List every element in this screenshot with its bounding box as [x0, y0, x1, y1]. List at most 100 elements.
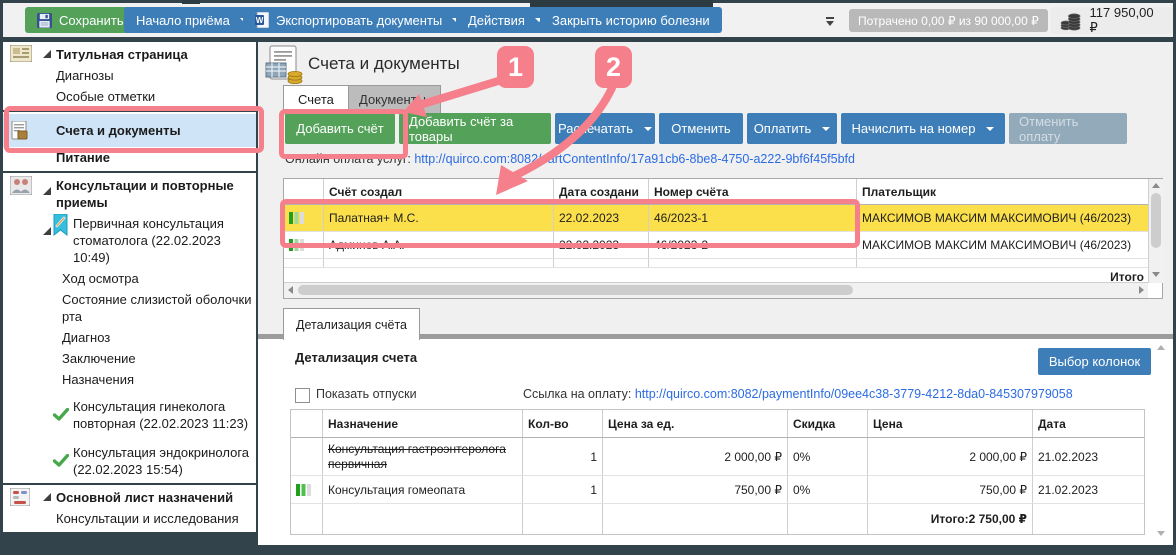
invoice-row-selected[interactable]: Палатная+ М.С. 22.02.2023 46/2023-1 МАКС…	[284, 205, 1162, 232]
column-header[interactable]: Плательщик	[857, 179, 1149, 204]
sidebar-tree: Титульная страница Диагнозы Особые отмет…	[3, 42, 256, 545]
details-title: Детализация счета	[295, 350, 417, 365]
tree-expander-icon[interactable]	[43, 227, 51, 235]
empty-row	[284, 259, 1162, 268]
sidebar-item-label: Титульная страница	[56, 47, 188, 62]
invoice-number: 46/2023-1	[649, 205, 857, 231]
sidebar-item-diagnoses[interactable]: Диагнозы	[3, 65, 256, 86]
export-documents-button[interactable]: W Экспортировать документы	[243, 7, 472, 33]
window-top-notch	[530, 0, 713, 7]
detail-row[interactable]: Консультация гомеопата 1 750,00 ₽ 0% 750…	[291, 476, 1144, 504]
invoices-vertical-scrollbar[interactable]	[1148, 179, 1164, 283]
print-button[interactable]: Распечатать	[555, 113, 655, 144]
scrollbar-thumb[interactable]	[1151, 193, 1161, 248]
save-button[interactable]: Сохранить	[25, 7, 136, 33]
column-header[interactable]: Кол-во	[523, 410, 603, 437]
chevron-down-icon	[986, 127, 994, 131]
add-invoice-button[interactable]: Добавить счёт	[285, 113, 395, 144]
sidebar-item-main-prescription-list[interactable]: Основной лист назначений	[3, 487, 256, 508]
status-column-header[interactable]	[291, 410, 323, 437]
column-header[interactable]: Назначение	[323, 410, 523, 437]
sidebar-item-prescriptions[interactable]: Назначения	[3, 369, 256, 390]
close-history-button[interactable]: Закрыть историю болезни	[540, 7, 722, 33]
window-top-notch	[182, 0, 200, 4]
scroll-down-icon[interactable]	[1152, 272, 1160, 277]
scroll-up-icon[interactable]	[1157, 345, 1165, 350]
start-reception-button[interactable]: Начало приёма	[124, 7, 260, 33]
sidebar-item-consultations-research[interactable]: Консультации и исследования	[3, 508, 256, 529]
tab-label: Счета	[298, 92, 334, 107]
payment-link[interactable]: http://quirco.com:8082/paymentInfo/09ee4…	[635, 387, 1073, 401]
invoice-row[interactable]: Админов А.А. 22.02.2023 46/2023-2 МАКСИМ…	[284, 232, 1162, 259]
page-title: Счета и документы	[308, 54, 460, 74]
charge-to-number-button[interactable]: Начислить на номер	[841, 113, 1005, 144]
cancel-invoice-button[interactable]: Отменить	[659, 113, 743, 144]
scroll-down-icon[interactable]	[1157, 531, 1165, 536]
details-table-header: Назначение Кол-во Цена за ед. Скидка Цен…	[291, 410, 1144, 438]
top-toolbar: Сохранить Начало приёма W Экспортировать…	[3, 3, 1173, 37]
sidebar-item-endocrinologist-consult[interactable]: Консультация эндокринолога (22.02.2023 1…	[3, 442, 256, 480]
tab-label: Документы	[359, 92, 426, 107]
column-header[interactable]: Дата создани	[554, 179, 649, 204]
sidebar-item-special-marks[interactable]: Особые отметки	[3, 86, 256, 107]
sidebar-item-mucosa-state[interactable]: Состояние слизистой оболочки рта	[3, 289, 256, 327]
sidebar-item-label: Диагнозы	[56, 68, 114, 83]
tab-invoice-details[interactable]: Детализация счёта	[283, 308, 420, 340]
overflow-bar-icon	[826, 17, 834, 19]
invoices-horizontal-scrollbar[interactable]	[284, 282, 1148, 298]
scrollbar-thumb[interactable]	[298, 285, 853, 295]
column-header[interactable]: Номер счёта	[649, 179, 857, 204]
sidebar-item-consultations[interactable]: Консультации и повторные приемы	[3, 175, 256, 213]
column-header[interactable]: Цена	[868, 410, 1033, 437]
column-header[interactable]: Счёт создал	[324, 179, 554, 204]
cancel-invoice-label: Отменить	[671, 121, 730, 136]
tree-expander-icon[interactable]	[43, 50, 51, 58]
add-goods-invoice-label: Добавить счёт за товары	[409, 114, 541, 144]
sidebar-item-conclusion[interactable]: Заключение	[3, 348, 256, 369]
invoice-creator: Палатная+ М.С.	[324, 205, 554, 231]
scroll-left-icon[interactable]	[288, 286, 293, 294]
sidebar-section-consultations: Консультации и повторные приемы Первична…	[3, 173, 256, 483]
status-column-header[interactable]	[284, 179, 324, 204]
online-payment-link[interactable]: http://quirco.com:8082/cartContentInfo/1…	[414, 152, 855, 166]
sidebar-section-title-page: Титульная страница Диагнозы Особые отмет…	[3, 42, 256, 110]
export-documents-label: Экспортировать документы	[276, 13, 442, 28]
tab-documents[interactable]: Документы	[344, 85, 441, 113]
tree-expander-icon[interactable]	[43, 187, 51, 195]
column-header[interactable]: Цена за ед.	[603, 410, 788, 437]
row-status-cell	[284, 205, 324, 231]
sidebar-item-exam-progress[interactable]: Ход осмотра	[3, 268, 256, 289]
tree-expander-icon[interactable]	[43, 493, 51, 501]
payment-link-label: Ссылка на оплату:	[523, 387, 631, 401]
sidebar-item-first-dental-consult[interactable]: Первичная консультация стоматолога (22.0…	[3, 213, 256, 268]
pay-label: Оплатить	[754, 121, 812, 136]
toolbar-overflow-button[interactable]	[821, 9, 839, 33]
service-name: Консультация гомеопата	[323, 476, 523, 503]
scroll-up-icon[interactable]	[1152, 183, 1160, 188]
column-header[interactable]: Скидка	[788, 410, 868, 437]
scroll-right-icon[interactable]	[1139, 286, 1144, 294]
invoice-payer: МАКСИМОВ МАКСИМ МАКСИМОВИЧ (46/2023)	[857, 232, 1149, 258]
detail-row-cancelled[interactable]: Консультация гастроэнтеролога первичная …	[291, 438, 1144, 476]
sidebar-item-title-page[interactable]: Титульная страница	[3, 44, 256, 65]
sidebar-item-label: Заключение	[62, 351, 136, 366]
tab-label: Детализация счёта	[296, 318, 407, 332]
sidebar-item-gynecologist-consult[interactable]: Консультация гинеколога повторная (22.02…	[3, 396, 256, 434]
sidebar-item-label: Консультации и повторные приемы	[56, 178, 234, 210]
tab-invoices[interactable]: Счета	[283, 85, 349, 113]
sidebar-item-nutrition[interactable]: Питание	[3, 147, 256, 168]
sidebar-item-invoices-documents[interactable]: Счета и документы	[3, 114, 256, 147]
sidebar-item-diagnosis[interactable]: Диагноз	[3, 327, 256, 348]
show-dispensings-checkbox[interactable]	[295, 388, 310, 403]
card-icon	[10, 45, 32, 66]
add-goods-invoice-button[interactable]: Добавить счёт за товары	[399, 113, 551, 144]
charge-to-number-label: Начислить на номер	[852, 121, 976, 136]
invoice-date: 22.02.2023	[554, 205, 649, 231]
pay-button[interactable]: Оплатить	[747, 113, 837, 144]
coins-icon	[1060, 11, 1082, 31]
sidebar-item-label: Диагноз	[62, 330, 110, 345]
column-chooser-button[interactable]: Выбор колонок	[1038, 348, 1151, 375]
service-unit-price: 750,00 ₽	[603, 476, 788, 503]
actions-label: Действия	[468, 13, 525, 28]
column-header[interactable]: Дата	[1033, 410, 1144, 437]
